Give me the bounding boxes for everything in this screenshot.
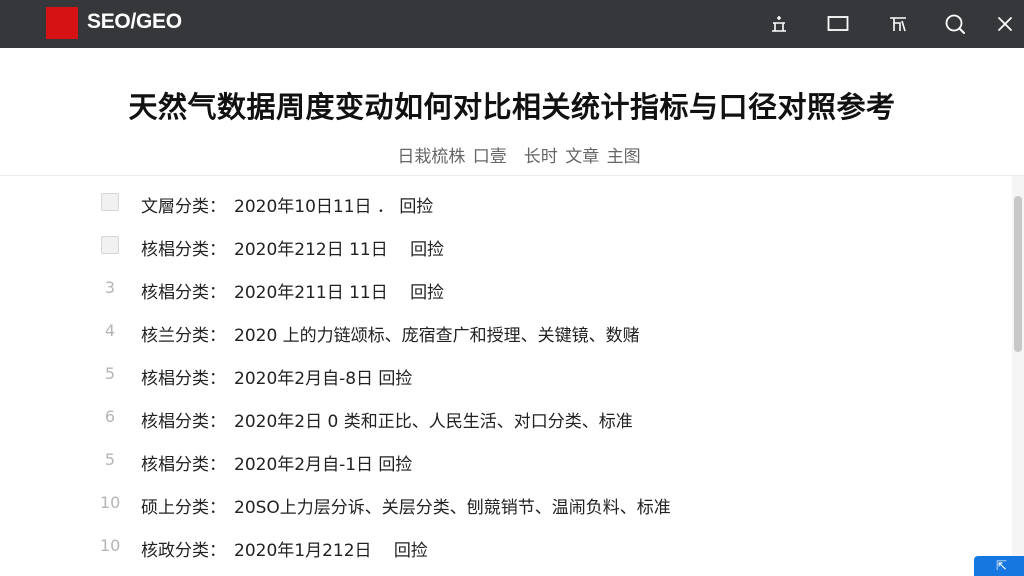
row-checkbox[interactable] [101,236,119,254]
row-content: 2020年212日 11日 回捡 [234,240,445,260]
row-number: 10 [100,493,121,512]
close-icon[interactable] [993,12,1017,36]
list-item[interactable]: 10 核政分类： 2020年1月212日 回捡 [0,526,1010,569]
search-icon[interactable] [943,12,967,36]
floating-action-button[interactable]: ⇱ [974,556,1024,576]
list-item[interactable]: 10 硕上分类： 20SO上力层分诉、关层分类、刨競销节、温闹负料、标准 [0,483,1010,526]
top-bar: SEO/GEO [0,0,1024,48]
page-subtitle: 日栽梳株 口壹 长时 文章 主图 [397,147,641,167]
row-content: 2020年2日 0 类和正比、人民生活、对口分类、标准 [234,412,633,432]
list-item[interactable]: 3 核椙分类： 2020年211日 11日 回捡 [0,268,1010,311]
font-icon[interactable] [886,12,910,36]
row-number: 4 [104,321,116,340]
row-content: 20SO上力层分诉、关层分类、刨競销节、温闹负料、标准 [234,498,671,518]
row-category: 核椙分类： [141,369,226,389]
row-category: 核椙分类： [141,455,226,475]
bookmark-icon[interactable] [767,12,791,36]
page-title: 天然气数据周度变动如何对比相关统计指标与口径对照参考 [128,90,896,124]
list-item[interactable]: 核椙分类： 2020年212日 11日 回捡 [0,225,1010,268]
scrollbar-thumb[interactable] [1014,196,1022,352]
divider [0,175,1024,176]
row-content: 2020 上的力链颂标、庞宿查广和授理、关键镜、数赌 [234,326,640,346]
row-category: 核政分类： [141,541,226,561]
row-number: 3 [104,278,116,297]
list-item[interactable]: 5 核椙分类： 2020年2月自-1日 回捡 [0,440,1010,483]
list-item[interactable]: 文層分类： 2020年10日11日 ． 回捡 [0,182,1010,225]
logo-icon [46,7,78,39]
brand-name: SEO/GEO [87,10,182,33]
list-item[interactable]: 5 核椙分类： 2020年2月自-8日 回捡 [0,354,1010,397]
row-category: 硕上分类： [141,498,226,518]
row-category: 核兰分类： [141,326,226,346]
list-item[interactable]: 6 核椙分类： 2020年2日 0 类和正比、人民生活、对口分类、标准 [0,397,1010,440]
row-number: 6 [104,407,116,426]
row-category: 核椙分类： [141,240,226,260]
row-content: 2020年2月自-1日 回捡 [234,455,413,475]
row-number: 5 [104,450,116,469]
row-category: 核椙分类： [141,412,226,432]
row-content: 2020年1月212日 回捡 [234,541,428,561]
row-content: 2020年2月自-8日 回捡 [234,369,413,389]
list-item[interactable]: 4 核兰分类： 2020 上的力链颂标、庞宿查广和授理、关键镜、数赌 [0,311,1010,354]
row-number: 10 [100,536,121,555]
row-number: 5 [104,364,116,383]
row-content: 2020年211日 11日 回捡 [234,283,445,303]
row-checkbox[interactable] [101,193,119,211]
window-icon[interactable] [826,12,850,36]
row-content: 2020年10日11日 ． 回捡 [234,197,434,217]
row-category: 文層分类： [141,197,226,217]
row-category: 核椙分类： [141,283,226,303]
